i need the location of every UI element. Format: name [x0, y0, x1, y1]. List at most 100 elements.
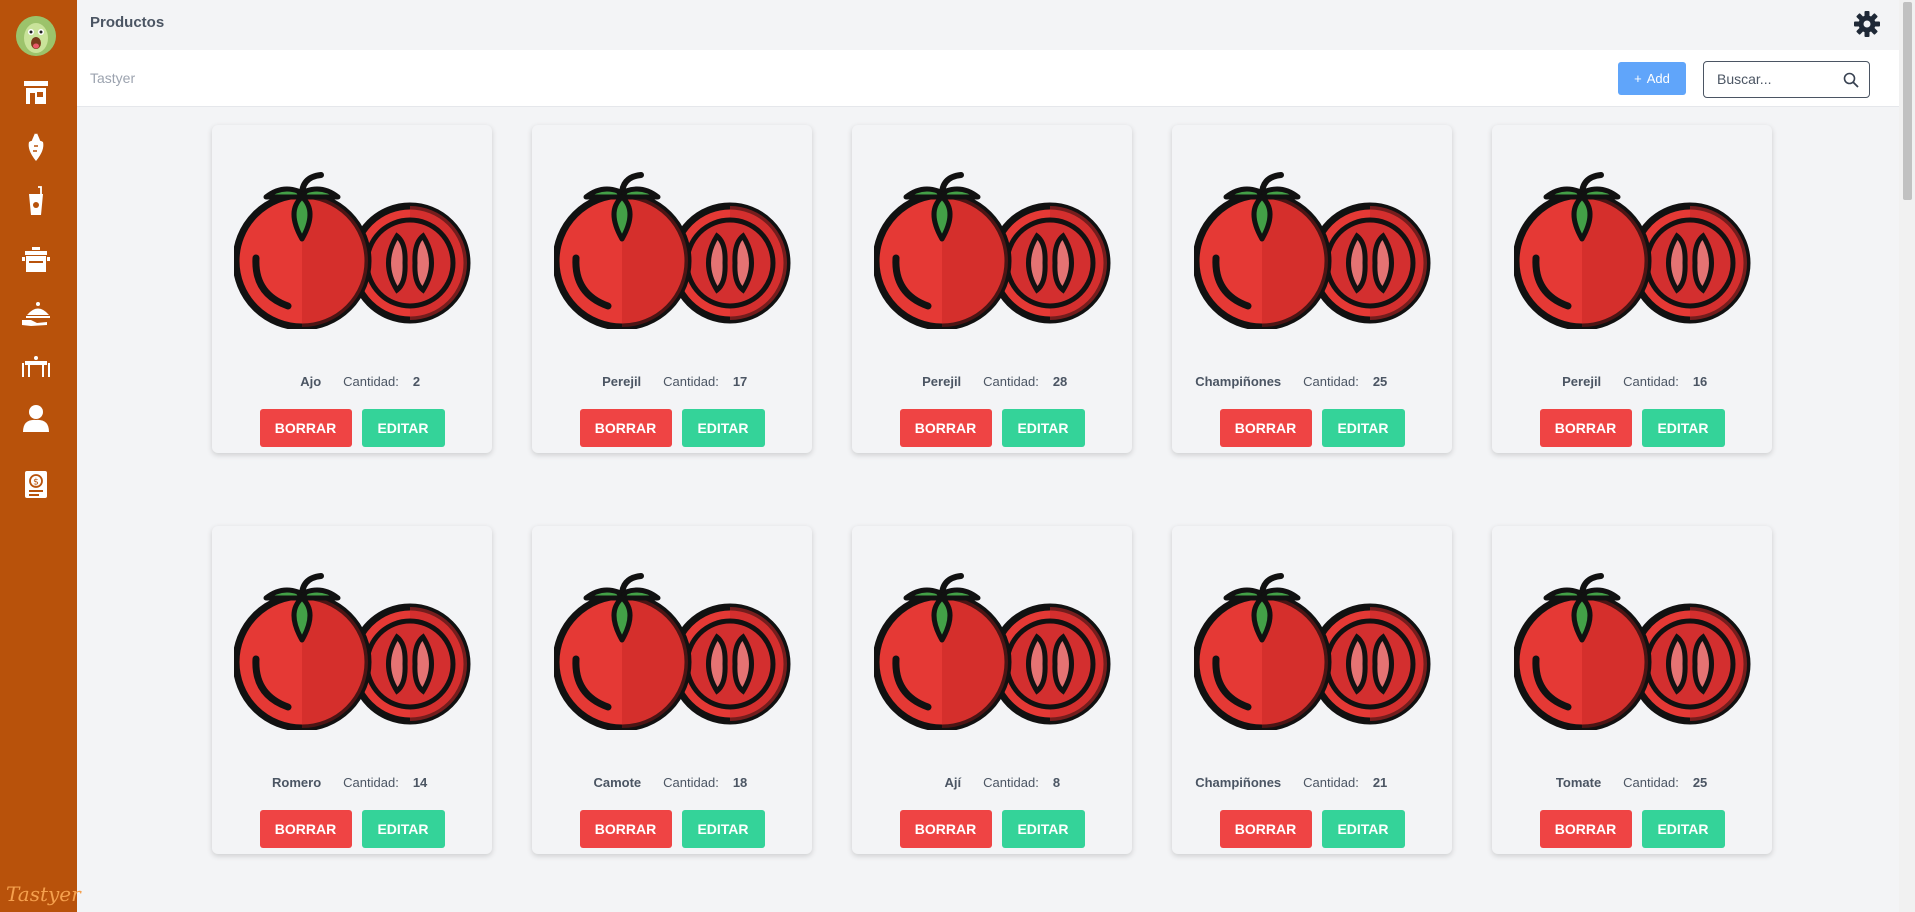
delete-button[interactable]: BORRAR — [579, 409, 672, 447]
quantity-label: Cantidad: — [983, 374, 1039, 389]
sidebar-item-users[interactable] — [20, 402, 52, 434]
delete-button[interactable]: BORRAR — [1219, 409, 1312, 447]
quantity-value: 14 — [412, 775, 428, 790]
quantity-value: 8 — [1052, 775, 1061, 790]
tomato-image — [234, 172, 471, 329]
avatar[interactable] — [16, 16, 56, 56]
card-actions: BORRAR EDITAR — [212, 810, 492, 848]
delete-button[interactable]: BORRAR — [259, 409, 352, 447]
brand-logo: Tastyer — [6, 882, 81, 906]
sidebar-item-serving[interactable] — [20, 297, 52, 329]
tomato-image — [554, 172, 791, 329]
edit-button[interactable]: EDITAR — [1641, 409, 1725, 447]
tomato-image — [874, 573, 1111, 730]
delete-button[interactable]: BORRAR — [579, 810, 672, 848]
card-actions: BORRAR EDITAR — [1172, 409, 1452, 447]
quantity-value: 2 — [412, 374, 421, 389]
product-card: Romero Cantidad: 14 BORRAR EDITAR — [212, 526, 492, 854]
edit-button[interactable]: EDITAR — [1641, 810, 1725, 848]
delete-button[interactable]: BORRAR — [1539, 810, 1632, 848]
product-info: Champiñones Cantidad: 25 — [1172, 374, 1452, 389]
product-grid: Ajo Cantidad: 2 BORRAR EDITAR Perejil Ca… — [212, 125, 1772, 854]
quantity-label: Cantidad: — [1303, 374, 1359, 389]
delete-button[interactable]: BORRAR — [899, 409, 992, 447]
product-name: Tomate — [1555, 775, 1602, 790]
quantity-label: Cantidad: — [1303, 775, 1359, 790]
tomato-image — [1514, 172, 1751, 329]
edit-button[interactable]: EDITAR — [681, 810, 765, 848]
product-info: Ají Cantidad: 8 — [852, 775, 1132, 790]
invoice-icon: $ — [25, 471, 47, 498]
edit-button[interactable]: EDITAR — [1001, 409, 1085, 447]
sidebar-item-tables[interactable] — [20, 350, 52, 382]
product-card: Perejil Cantidad: 17 BORRAR EDITAR — [532, 125, 812, 453]
card-actions: BORRAR EDITAR — [1492, 810, 1772, 848]
quantity-label: Cantidad: — [343, 374, 399, 389]
edit-button[interactable]: EDITAR — [361, 810, 445, 848]
sidebar-item-produce[interactable] — [20, 131, 52, 163]
tomato-image — [1514, 573, 1751, 730]
card-actions: BORRAR EDITAR — [532, 409, 812, 447]
delete-button[interactable]: BORRAR — [899, 810, 992, 848]
card-actions: BORRAR EDITAR — [532, 810, 812, 848]
delete-button[interactable]: BORRAR — [1539, 409, 1632, 447]
quantity-value: 17 — [732, 374, 748, 389]
search-box — [1703, 61, 1870, 98]
product-card: Tomate Cantidad: 25 BORRAR EDITAR — [1492, 526, 1772, 854]
product-info: Romero Cantidad: 14 — [212, 775, 492, 790]
edit-button[interactable]: EDITAR — [1001, 810, 1085, 848]
pot-icon — [22, 247, 50, 272]
plus-icon: + — [1634, 71, 1642, 86]
store-icon — [24, 81, 48, 104]
sidebar-item-kitchen[interactable] — [20, 243, 52, 275]
card-actions: BORRAR EDITAR — [212, 409, 492, 447]
sidebar-item-billing[interactable]: $ — [20, 468, 52, 500]
tomato-image — [1194, 172, 1431, 329]
svg-text:$: $ — [33, 478, 39, 488]
sidebar: $ Tastyer — [0, 0, 81, 912]
product-info: Perejil Cantidad: 16 — [1492, 374, 1772, 389]
table-icon — [22, 356, 50, 377]
product-name: Ají — [944, 775, 962, 790]
product-name: Perejil — [602, 374, 642, 389]
quantity-value: 25 — [1692, 775, 1708, 790]
quantity-label: Cantidad: — [1623, 775, 1679, 790]
delete-button[interactable]: BORRAR — [259, 810, 352, 848]
scrollbar-thumb[interactable] — [1903, 2, 1912, 200]
product-name: Ajo — [300, 374, 322, 389]
quantity-value: 21 — [1372, 775, 1388, 790]
edit-button[interactable]: EDITAR — [361, 409, 445, 447]
sidebar-item-drinks[interactable] — [20, 185, 52, 217]
sidebar-item-store[interactable] — [20, 76, 52, 108]
add-button[interactable]: + Add — [1618, 62, 1686, 95]
gear-icon[interactable] — [1853, 10, 1881, 38]
user-icon — [23, 405, 49, 432]
product-info: Tomate Cantidad: 25 — [1492, 775, 1772, 790]
tomato-image — [554, 573, 791, 730]
product-info: Champiñones Cantidad: 21 — [1172, 775, 1452, 790]
quantity-value: 18 — [732, 775, 748, 790]
avocado-avatar-icon — [16, 16, 56, 56]
serving-dish-icon — [22, 302, 50, 326]
delete-button[interactable]: BORRAR — [1219, 810, 1312, 848]
edit-button[interactable]: EDITAR — [681, 409, 765, 447]
product-name: Champiñones — [1195, 374, 1282, 389]
drink-icon — [29, 186, 43, 215]
produce-icon — [28, 133, 44, 161]
product-name: Champiñones — [1195, 775, 1282, 790]
quantity-label: Cantidad: — [343, 775, 399, 790]
quantity-label: Cantidad: — [983, 775, 1039, 790]
search-input[interactable] — [1717, 62, 1847, 95]
tomato-image — [1194, 573, 1431, 730]
product-card: Perejil Cantidad: 28 BORRAR EDITAR — [852, 125, 1132, 453]
edit-button[interactable]: EDITAR — [1321, 409, 1405, 447]
quantity-value: 16 — [1692, 374, 1708, 389]
product-name: Perejil — [922, 374, 962, 389]
search-icon[interactable] — [1842, 71, 1860, 89]
scrollbar[interactable] — [1899, 0, 1915, 912]
product-info: Perejil Cantidad: 28 — [852, 374, 1132, 389]
add-button-label: Add — [1646, 71, 1670, 86]
edit-button[interactable]: EDITAR — [1321, 810, 1405, 848]
product-card: Ají Cantidad: 8 BORRAR EDITAR — [852, 526, 1132, 854]
quantity-label: Cantidad: — [663, 775, 719, 790]
